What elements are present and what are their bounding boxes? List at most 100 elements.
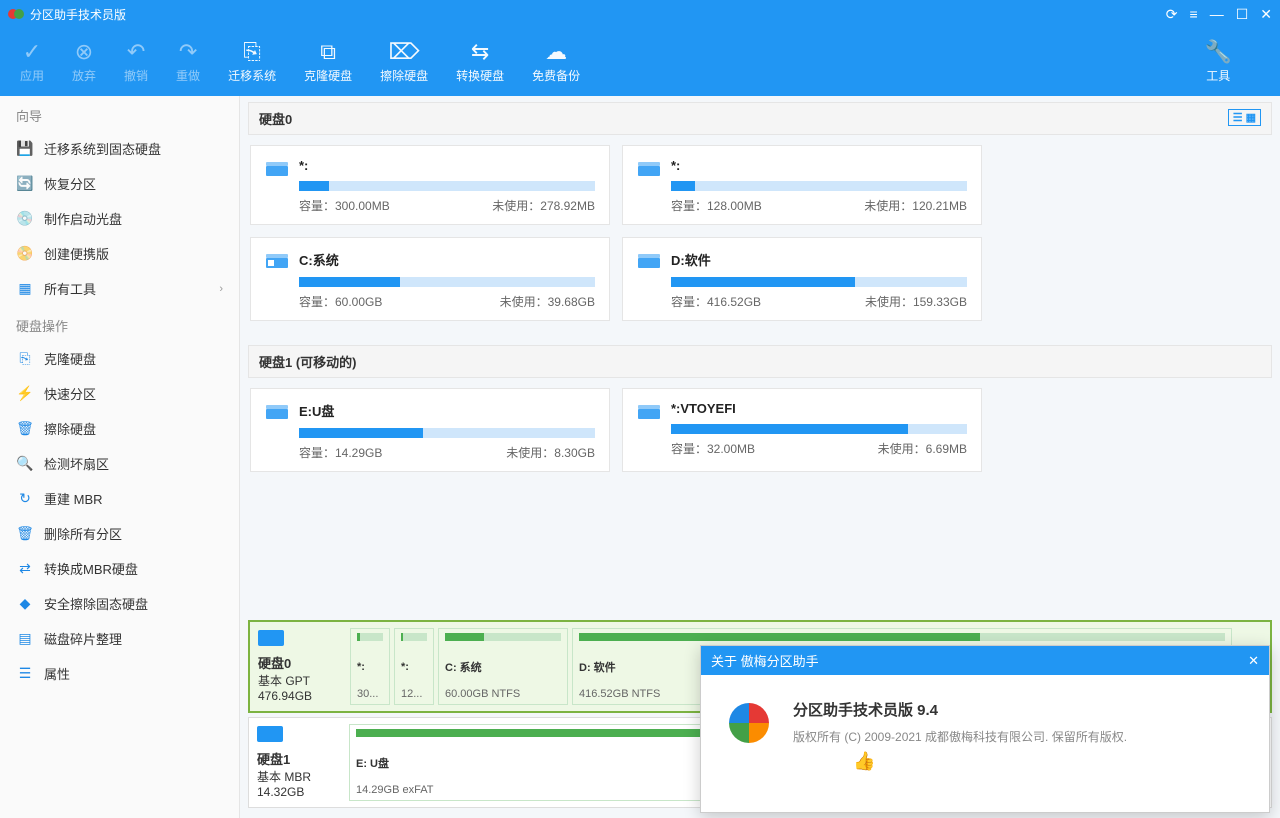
undo-button[interactable]: ↶撤销 <box>124 41 148 84</box>
sidebar-icon: ⚡ <box>16 385 34 403</box>
sidebar-label: 删除所有分区 <box>44 524 122 543</box>
sidebar-item[interactable]: 🔍检测坏扇区 <box>0 446 239 481</box>
toolbar: ✓应用 ⊗放弃 ↶撤销 ↷重做 ⎘迁移系统 ⧉克隆硬盘 ⌦擦除硬盘 ⇆转换硬盘 … <box>0 28 1280 96</box>
sidebar-icon: 🔄 <box>16 175 34 193</box>
apply-button[interactable]: ✓应用 <box>20 41 44 84</box>
sidebar-item[interactable]: 📀创建便携版 <box>0 236 239 271</box>
close-icon[interactable]: ✕ <box>1260 6 1272 23</box>
sidebar-icon: ◆ <box>16 595 34 613</box>
sidebar-item[interactable]: 🗑 删除所有分区 <box>0 516 239 551</box>
partition-name: *:VTOYEFI <box>671 401 967 416</box>
partition-name: D:软件 <box>671 250 967 269</box>
backup-button[interactable]: ☁免费备份 <box>532 41 580 84</box>
capacity-label: 容量：60.00GB <box>299 293 382 310</box>
usage-bar <box>299 428 595 438</box>
sidebar-label: 安全擦除固态硬盘 <box>44 594 148 613</box>
chevron-right-icon: › <box>219 283 223 295</box>
sidebar-label: 创建便携版 <box>44 244 109 263</box>
usage-bar <box>671 277 967 287</box>
about-title: 关于 傲梅分区助手 <box>711 651 819 670</box>
sidebar-label: 磁盘碎片整理 <box>44 629 122 648</box>
sidebar-icon: ⇄ <box>16 560 34 578</box>
app-title: 分区助手技术员版 <box>30 6 1166 23</box>
sidebar-icon: ▦ <box>16 280 34 298</box>
sidebar-label: 擦除硬盘 <box>44 419 96 438</box>
partition-name: E:U盘 <box>299 401 595 420</box>
drive-icon <box>637 252 661 270</box>
unused-label: 未使用：8.30GB <box>506 444 595 461</box>
unused-label: 未使用：39.68GB <box>500 293 595 310</box>
convert-button[interactable]: ⇆转换硬盘 <box>456 41 504 84</box>
disk-icon <box>257 726 283 742</box>
sidebar-item[interactable]: 💾 迁移系统到固态硬盘 <box>0 131 239 166</box>
usage-bar <box>671 424 967 434</box>
about-close-icon[interactable]: ✕ <box>1248 653 1259 669</box>
sidebar: 向导 💾迁移系统到固态硬盘🔄恢复分区💿制作启动光盘📀创建便携版▦所有工具› 硬盘… <box>0 96 240 818</box>
about-logo-icon <box>725 699 773 747</box>
sidebar-icon: 🔍 <box>16 455 34 473</box>
maximize-icon[interactable]: ☐ <box>1236 6 1249 23</box>
sidebar-item[interactable]: ⚡ 快速分区 <box>0 376 239 411</box>
sidebar-item[interactable]: ▤磁盘碎片整理 <box>0 621 239 656</box>
disk1-header: 硬盘1 (可移动的) <box>248 345 1272 378</box>
thumb-icon[interactable]: 👍 <box>853 751 875 772</box>
usage-bar <box>299 277 595 287</box>
sidebar-icon: 💾 <box>16 140 34 158</box>
partition-card[interactable]: C:系统 容量：60.00GB未使用：39.68GB <box>250 237 610 321</box>
partition-name: *: <box>671 158 967 173</box>
drive-icon <box>265 160 289 178</box>
capacity-label: 容量：14.29GB <box>299 444 382 461</box>
sidebar-label: 重建 MBR <box>44 489 103 508</box>
sidebar-item[interactable]: ↻重建 MBR <box>0 481 239 516</box>
disk0-header: 硬盘0 ☰ ▦ <box>248 102 1272 135</box>
about-product-name: 分区助手技术员版 9.4 <box>793 699 1127 720</box>
sidebar-label: 快速分区 <box>44 384 96 403</box>
capacity-label: 容量：128.00MB <box>671 197 762 214</box>
capacity-label: 容量：300.00MB <box>299 197 390 214</box>
migrate-button[interactable]: ⎘迁移系统 <box>228 41 276 84</box>
sidebar-item[interactable]: 🗑 擦除硬盘 <box>0 411 239 446</box>
sidebar-item[interactable]: ▦ 所有工具 › <box>0 271 239 306</box>
partition-card[interactable]: D:软件 容量：416.52GB未使用：159.33GB <box>622 237 982 321</box>
sidebar-label: 制作启动光盘 <box>44 209 122 228</box>
unused-label: 未使用：278.92MB <box>492 197 595 214</box>
wipe-button[interactable]: ⌦擦除硬盘 <box>380 41 428 84</box>
unused-label: 未使用：120.21MB <box>864 197 967 214</box>
sidebar-label: 恢复分区 <box>44 174 96 193</box>
diskmap-partition[interactable]: *:30... <box>350 628 390 705</box>
sidebar-label: 属性 <box>44 664 70 683</box>
menu-icon[interactable]: ≡ <box>1190 6 1198 23</box>
sidebar-label: 克隆硬盘 <box>44 349 96 368</box>
about-dialog: 关于 傲梅分区助手 ✕ 分区助手技术员版 9.4 版权所有 (C) 2009-2… <box>700 645 1270 813</box>
sidebar-item[interactable]: ⎘克隆硬盘 <box>0 341 239 376</box>
refresh-icon[interactable]: ⟳ <box>1166 6 1178 23</box>
sidebar-icon: 🗑 <box>16 420 34 438</box>
tools-button[interactable]: 🔧工具 <box>1205 41 1232 84</box>
sidebar-item[interactable]: ◆ 安全擦除固态硬盘 <box>0 586 239 621</box>
sidebar-label: 转换成MBR硬盘 <box>44 559 138 578</box>
partition-card[interactable]: *: 容量：128.00MB 未使用：120.21MB <box>622 145 982 225</box>
drive-icon <box>265 403 289 421</box>
sidebar-icon: ☰ <box>16 665 34 683</box>
sidebar-item[interactable]: 💿制作启动光盘 <box>0 201 239 236</box>
redo-button[interactable]: ↷重做 <box>176 41 200 84</box>
sidebar-item[interactable]: ☰ 属性 <box>0 656 239 691</box>
view-toggle-icon[interactable]: ☰ ▦ <box>1228 109 1261 126</box>
unused-label: 未使用：6.69MB <box>878 440 967 457</box>
diskmap-partition[interactable]: C: 系统60.00GB NTFS <box>438 628 568 705</box>
minimize-icon[interactable]: — <box>1210 6 1224 23</box>
clone-button[interactable]: ⧉克隆硬盘 <box>304 41 352 84</box>
drive-icon <box>637 403 661 421</box>
sidebar-item[interactable]: ⇄ 转换成MBR硬盘 <box>0 551 239 586</box>
diskmap-partition[interactable]: *:12... <box>394 628 434 705</box>
sidebar-icon: 🗑 <box>16 525 34 543</box>
partition-card[interactable]: E:U盘 容量：14.29GB 未使用：8.30GB <box>250 388 610 472</box>
sidebar-label: 所有工具 <box>44 279 96 298</box>
disk-icon <box>258 630 284 646</box>
sidebar-item[interactable]: 🔄 恢复分区 <box>0 166 239 201</box>
sidebar-label: 迁移系统到固态硬盘 <box>44 139 161 158</box>
partition-card[interactable]: *:VTOYEFI 容量：32.00MB未使用：6.69MB <box>622 388 982 472</box>
disk-list[interactable]: 硬盘0 ☰ ▦ *: 容量：300.00MB 未使用：278.92MB *: 容量… <box>240 96 1280 610</box>
discard-button[interactable]: ⊗放弃 <box>72 41 96 84</box>
partition-card[interactable]: *: 容量：300.00MB未使用：278.92MB <box>250 145 610 225</box>
